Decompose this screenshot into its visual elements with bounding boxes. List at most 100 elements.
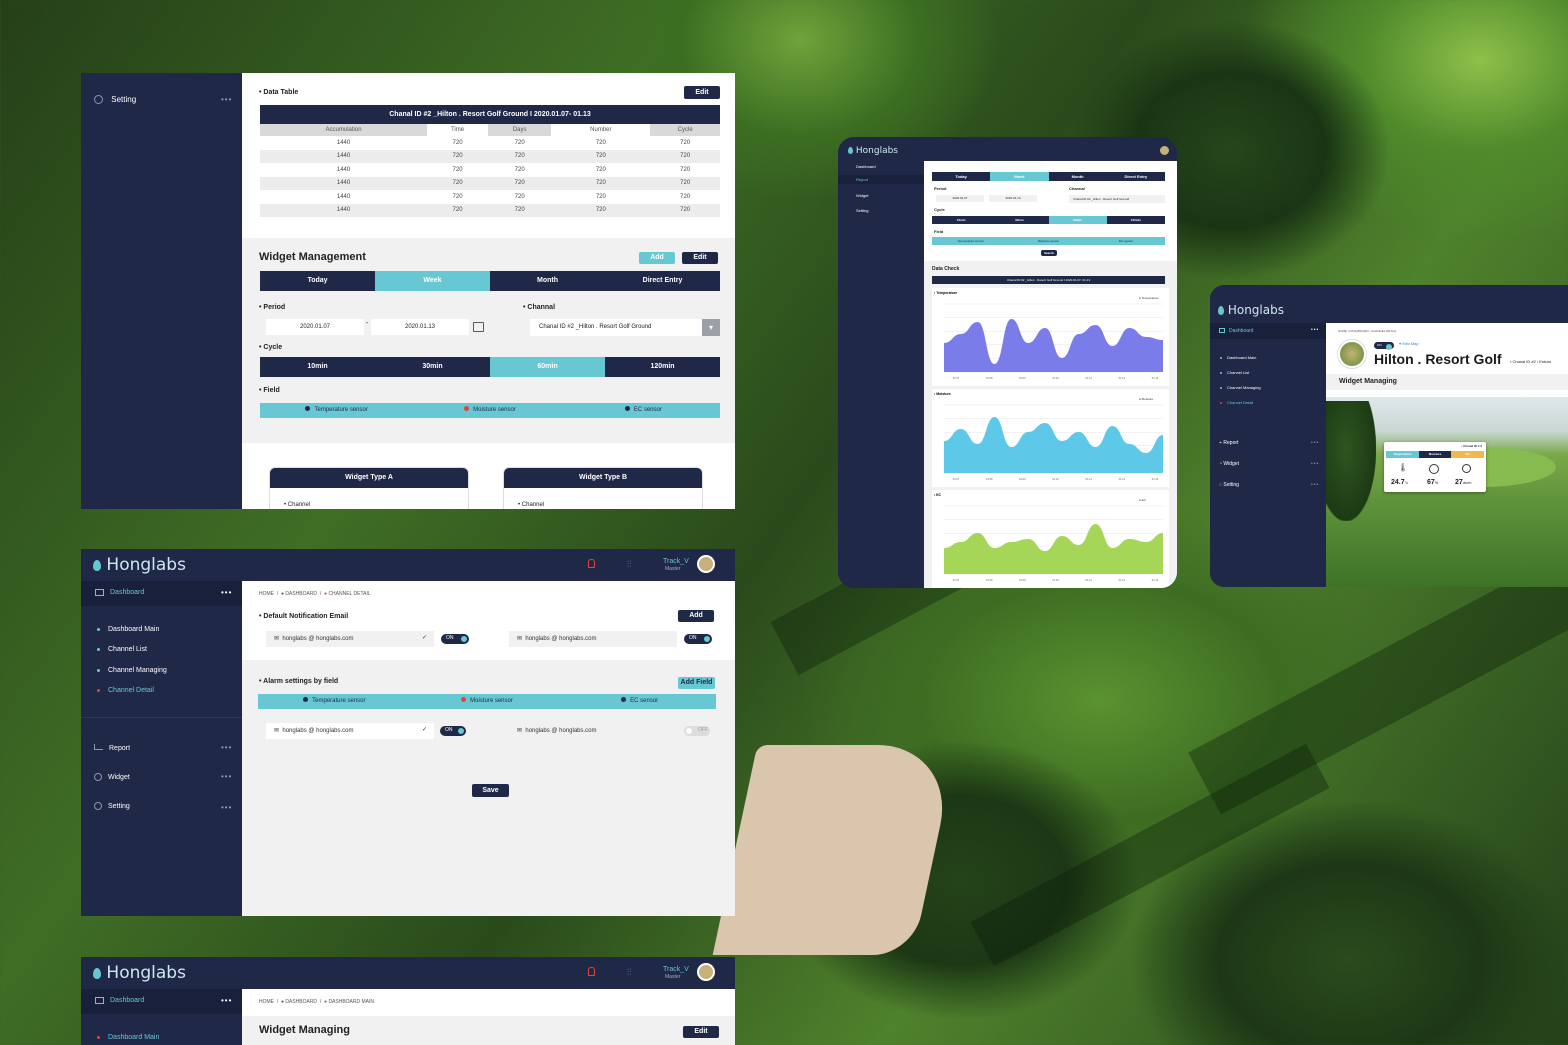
more-icon[interactable]: ••• xyxy=(221,588,232,597)
more-icon[interactable]: ••• xyxy=(1311,482,1319,488)
sidebar-subitem-channel-managing[interactable]: Channel Managing xyxy=(1220,385,1261,390)
date-to-input[interactable]: 2020.01.13 xyxy=(371,319,469,335)
field-moisture[interactable]: Moisture sensor xyxy=(411,694,564,709)
sensor-widget[interactable]: • Chanal ID # 2 Temperature Moisture EC … xyxy=(1384,442,1486,492)
tab-direct-entry[interactable]: Direct Entry xyxy=(1107,172,1165,181)
sidebar-item-setting[interactable]: ◌ Setting xyxy=(1219,482,1239,488)
sidebar-subitem-channel-list[interactable]: Channel List xyxy=(97,646,147,653)
more-icon[interactable]: ••• xyxy=(221,996,232,1005)
more-icon[interactable]: ••• xyxy=(221,95,232,104)
save-button[interactable]: Save xyxy=(472,784,509,797)
cycle-30min[interactable]: 30min xyxy=(990,216,1048,224)
bell-icon[interactable] xyxy=(588,967,595,976)
tab-temperature[interactable]: Temperature xyxy=(1386,451,1419,458)
sliders-icon[interactable]: ⫶⫶ xyxy=(627,967,632,978)
channel-select[interactable]: Chanal ID #2 _Hilton . Resort Golf Groun… xyxy=(530,319,720,336)
tab-week[interactable]: Week xyxy=(375,271,490,291)
cycle-60min[interactable]: 60min xyxy=(490,357,605,377)
tab-month[interactable]: Month xyxy=(490,271,605,291)
avatar[interactable] xyxy=(697,963,715,981)
sidebar-subitem-dashboard-main[interactable]: Dashboard Main xyxy=(1220,355,1256,360)
sidebar-item-dashboard[interactable]: Dashboard ••• xyxy=(81,581,242,606)
avatar[interactable] xyxy=(697,555,715,573)
calendar-icon[interactable] xyxy=(473,322,484,332)
breadcrumb-home[interactable]: HOME xyxy=(1338,329,1347,333)
widget-type-b-card[interactable]: Widget Type B • Channel xyxy=(503,467,703,509)
field-temperature[interactable]: Temperature sensor xyxy=(932,237,1010,245)
field-temperature[interactable]: Temperature sensor xyxy=(258,694,411,709)
sidebar-item-widget[interactable]: Widget xyxy=(856,193,868,198)
breadcrumb-dashboard[interactable]: DASHBOARD xyxy=(1350,329,1369,333)
edit-button[interactable]: Edit xyxy=(684,86,720,99)
more-icon[interactable]: ••• xyxy=(1311,461,1319,467)
sidebar-item-widget[interactable]: ◔ Widget xyxy=(1219,461,1239,467)
tab-moisture[interactable]: Moisture xyxy=(1418,451,1452,458)
sidebar-subitem-dashboard-main[interactable]: Dashboard Main xyxy=(97,626,159,633)
sidebar-subitem-channel-managing[interactable]: Channel Managing xyxy=(97,667,167,674)
breadcrumb-home[interactable]: HOME xyxy=(259,999,274,1005)
sidebar-item-dashboard[interactable]: Dashboard ••• xyxy=(81,989,242,1014)
sidebar-item-widget[interactable]: Widget xyxy=(94,773,130,781)
sidebar-item-report[interactable]: ⌁ Report xyxy=(1219,440,1238,446)
bell-icon[interactable] xyxy=(588,559,595,568)
sliders-icon[interactable]: ⫶⫶ xyxy=(627,559,632,570)
tab-week[interactable]: Week xyxy=(990,172,1049,181)
cycle-30min[interactable]: 30min xyxy=(375,357,490,377)
sidebar-subitem-channel-detail[interactable]: Channel Detail xyxy=(97,687,154,694)
sidebar-item-setting[interactable]: Setting xyxy=(94,802,130,810)
date-from-input[interactable]: 2020.01.07 xyxy=(266,319,364,335)
more-icon[interactable]: ••• xyxy=(1311,327,1319,333)
alarm-toggle[interactable]: OFF xyxy=(684,726,710,736)
add-button[interactable]: Add xyxy=(678,610,714,622)
tab-ec[interactable]: EC xyxy=(1451,451,1485,458)
field-ec[interactable]: EC sensor xyxy=(563,694,716,709)
sidebar-item-setting[interactable]: Setting xyxy=(856,208,868,213)
edit-button[interactable]: Edit xyxy=(682,252,718,264)
tab-direct-entry[interactable]: Direct Entry xyxy=(605,271,720,291)
cycle-120min[interactable]: 120min xyxy=(1107,216,1165,224)
more-icon[interactable]: ••• xyxy=(1311,440,1319,446)
email-field[interactable]: ✉ honglabs @ honglabs.com ✓ xyxy=(266,631,434,647)
tab-today[interactable]: Today xyxy=(932,172,990,181)
tab-month[interactable]: Month xyxy=(1049,172,1107,181)
widget-type-a-card[interactable]: Widget Type A • Channel xyxy=(269,467,469,509)
cycle-60min[interactable]: 60min xyxy=(1048,216,1107,224)
email-toggle[interactable]: ON xyxy=(441,634,469,644)
avatar[interactable] xyxy=(1160,146,1169,155)
sidebar-item-report[interactable]: Report xyxy=(838,175,924,184)
breadcrumb-dashboard[interactable]: DASHBOARD xyxy=(285,591,317,597)
date-to-input[interactable]: 2020.01.13 xyxy=(989,195,1037,202)
email-field[interactable]: ✉ honglabs @ honglabs.com xyxy=(509,631,677,647)
channel-toggle[interactable]: ON xyxy=(1374,342,1394,350)
breadcrumb-home[interactable]: HOME xyxy=(259,591,274,597)
sidebar-item-setting[interactable]: Setting xyxy=(94,95,136,105)
field-ec[interactable]: EC sensor xyxy=(567,403,720,418)
field-temperature[interactable]: Temperature sensor xyxy=(260,403,413,418)
field-moisture[interactable]: Moisture sensor xyxy=(413,403,566,418)
email-field[interactable]: ✉ honglabs @ honglabs.com xyxy=(509,723,677,739)
alarm-toggle[interactable]: ON xyxy=(440,726,466,736)
cycle-10min[interactable]: 10min xyxy=(260,357,375,377)
field-moisture[interactable]: Moisture sensor xyxy=(1010,237,1088,245)
sidebar-subitem-dashboard-main[interactable]: Dashboard Main xyxy=(97,1034,159,1041)
add-field-button[interactable]: Add Field xyxy=(678,677,715,689)
mini-map-link[interactable]: ⌖ Mini Map xyxy=(1399,341,1419,346)
sidebar-item-report[interactable]: Report xyxy=(94,744,130,752)
cycle-10min[interactable]: 10min xyxy=(932,216,990,224)
edit-button[interactable]: Edit xyxy=(683,1026,719,1038)
sidebar-item-dashboard[interactable]: Dashboard xyxy=(856,164,876,169)
add-button[interactable]: Add xyxy=(639,252,675,264)
field-ec[interactable]: EC sensor xyxy=(1087,237,1165,245)
breadcrumb-dashboard[interactable]: DASHBOARD xyxy=(285,999,317,1005)
date-from-input[interactable]: 2020.01.07 xyxy=(936,195,984,202)
more-icon[interactable]: ••• xyxy=(221,803,232,812)
more-icon[interactable]: ••• xyxy=(221,743,232,752)
sidebar-subitem-channel-list[interactable]: Channel List xyxy=(1220,370,1249,375)
sidebar-subitem-channel-detail[interactable]: Channel Detail xyxy=(1220,400,1253,405)
search-button[interactable]: Search xyxy=(1041,250,1057,256)
more-icon[interactable]: ••• xyxy=(221,772,232,781)
channel-select[interactable]: Chanal ID #2 _Hilton . Resort Golf Groun… xyxy=(1069,195,1165,203)
sidebar-item-dashboard[interactable]: Dashboard ••• xyxy=(1210,323,1326,339)
email-toggle[interactable]: ON xyxy=(684,634,712,644)
cycle-120min[interactable]: 120min xyxy=(605,357,720,377)
